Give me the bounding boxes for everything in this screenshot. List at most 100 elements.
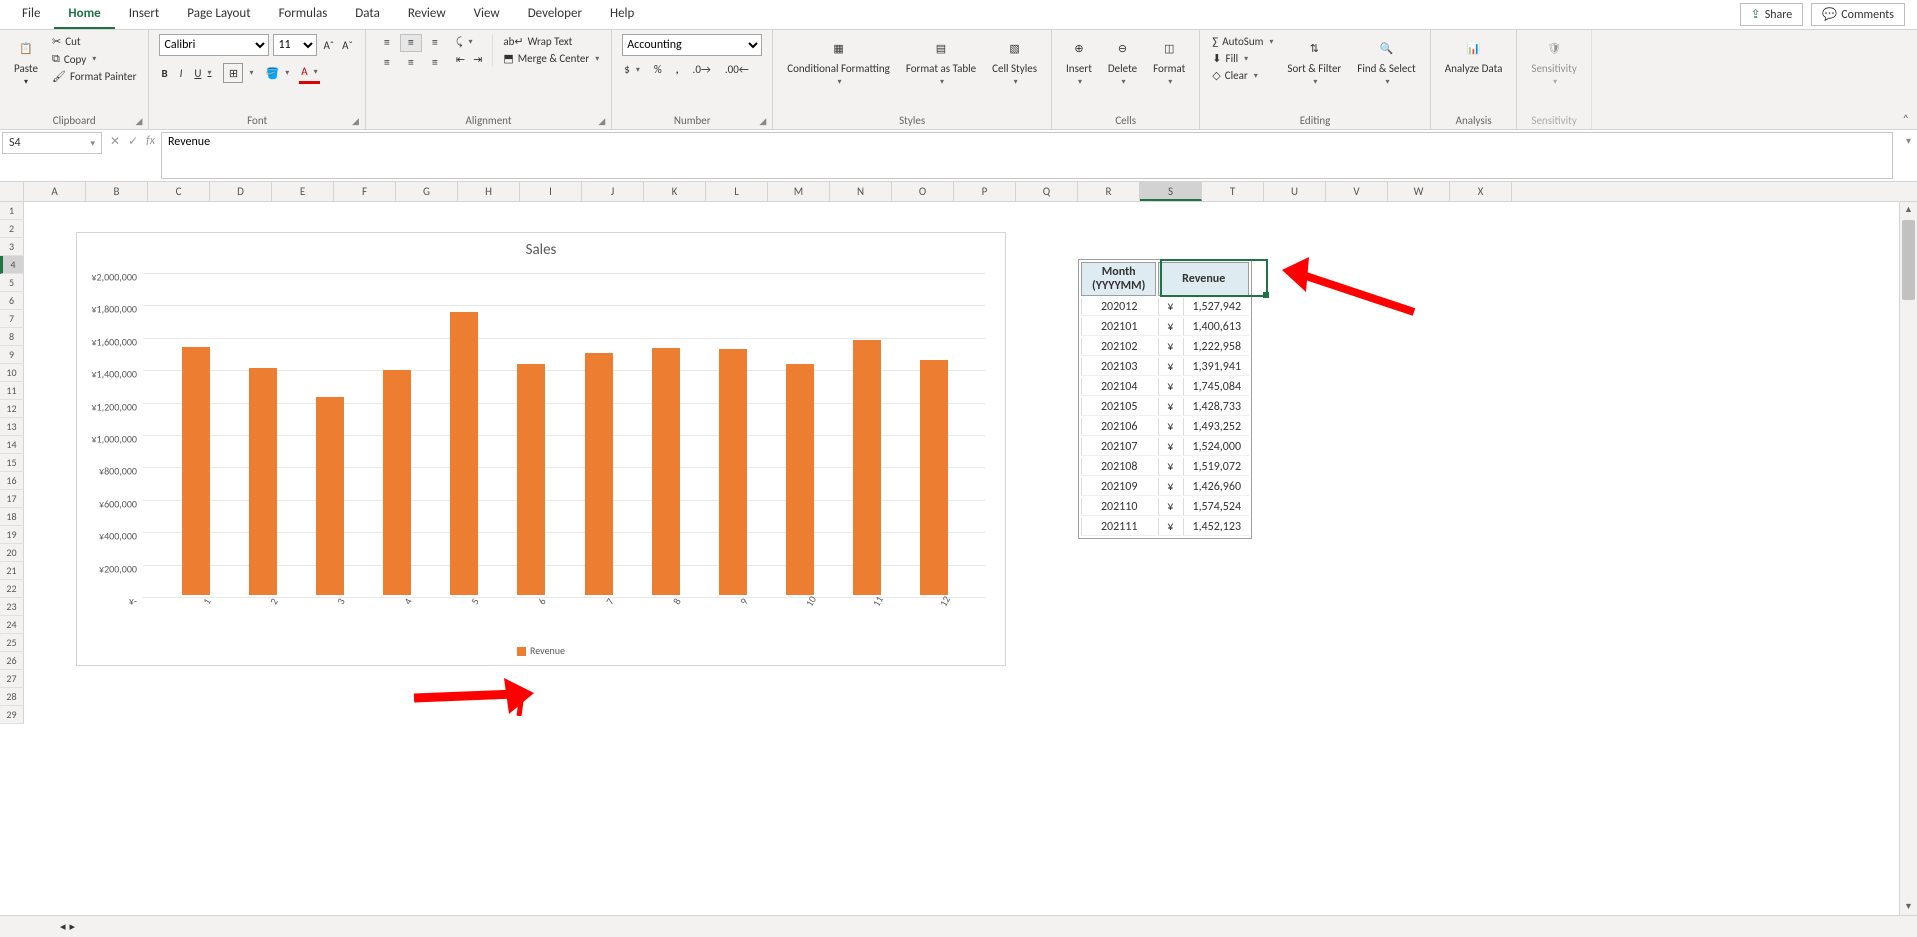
fx-icon[interactable]: fx <box>146 134 155 148</box>
cell-currency[interactable]: ¥ <box>1158 378 1181 396</box>
cell-month[interactable]: 202109 <box>1081 478 1156 496</box>
row-head-6[interactable]: 6 <box>0 292 24 310</box>
col-head-B[interactable]: B <box>86 182 148 201</box>
cell-value[interactable]: 1,426,960 <box>1183 478 1249 496</box>
cell-month[interactable]: 202101 <box>1081 318 1156 336</box>
cell-currency[interactable]: ¥ <box>1158 358 1181 376</box>
chart-bar[interactable] <box>249 368 277 595</box>
cell-value[interactable]: 1,428,733 <box>1183 398 1249 416</box>
format-cells-button[interactable]: ◫Format <box>1149 34 1189 89</box>
data-table[interactable]: Month (YYYYMM) Revenue 202012 ¥ 1,527,94… <box>1078 259 1252 539</box>
col-head-F[interactable]: F <box>334 182 396 201</box>
tab-developer[interactable]: Developer <box>514 0 596 29</box>
col-head-C[interactable]: C <box>148 182 210 201</box>
decrease-decimal-button[interactable]: .00← <box>723 62 751 77</box>
row-head-13[interactable]: 13 <box>0 418 24 436</box>
col-head-T[interactable]: T <box>1202 182 1264 201</box>
table-row[interactable]: 202110 ¥ 1,574,524 <box>1081 498 1249 516</box>
col-head-M[interactable]: M <box>768 182 830 201</box>
vertical-scrollbar[interactable]: ▲▼ <box>1899 202 1917 915</box>
table-row[interactable]: 202012 ¥ 1,527,942 <box>1081 298 1249 316</box>
row-head-22[interactable]: 22 <box>0 580 24 598</box>
row-head-5[interactable]: 5 <box>0 274 24 292</box>
row-head-23[interactable]: 23 <box>0 598 24 616</box>
col-head-P[interactable]: P <box>954 182 1016 201</box>
cell-value[interactable]: 1,400,613 <box>1183 318 1249 336</box>
expand-formula-bar-icon[interactable]: ▾ <box>1906 134 1911 147</box>
chart-bar[interactable] <box>719 349 747 595</box>
cut-button[interactable]: ✂ Cut <box>50 34 138 49</box>
decrease-indent-button[interactable]: ⇤ <box>454 52 467 67</box>
next-sheet-icon[interactable]: ▸ <box>70 920 76 933</box>
format-as-table-button[interactable]: ▤Format as Table <box>902 34 980 89</box>
formula-input[interactable]: Revenue <box>161 132 1893 179</box>
row-head-21[interactable]: 21 <box>0 562 24 580</box>
number-format-select[interactable]: Accounting <box>622 34 762 56</box>
cell-value[interactable]: 1,452,123 <box>1183 518 1249 536</box>
autosum-button[interactable]: ∑ AutoSum <box>1210 34 1275 49</box>
analyze-data-button[interactable]: 📊Analyze Data <box>1441 34 1507 77</box>
cell-month[interactable]: 202110 <box>1081 498 1156 516</box>
chart-bar[interactable] <box>786 364 814 595</box>
tab-formulas[interactable]: Formulas <box>265 0 342 29</box>
tab-view[interactable]: View <box>460 0 514 29</box>
cell-value[interactable]: 1,527,942 <box>1183 298 1249 316</box>
table-row[interactable]: 202109 ¥ 1,426,960 <box>1081 478 1249 496</box>
col-head-A[interactable]: A <box>24 182 86 201</box>
cell-styles-button[interactable]: ▧Cell Styles <box>988 34 1041 89</box>
fill-button[interactable]: ⬇ Fill <box>1210 51 1275 66</box>
row-head-4[interactable]: 4 <box>0 256 24 274</box>
comments-button[interactable]: 💬Comments <box>1811 3 1905 26</box>
percent-button[interactable]: % <box>652 62 664 77</box>
row-head-2[interactable]: 2 <box>0 220 24 238</box>
cell-month[interactable]: 202102 <box>1081 338 1156 356</box>
row-head-20[interactable]: 20 <box>0 544 24 562</box>
col-head-H[interactable]: H <box>458 182 520 201</box>
row-head-19[interactable]: 19 <box>0 526 24 544</box>
insert-cells-button[interactable]: ⊕Insert <box>1062 34 1096 89</box>
cell-currency[interactable]: ¥ <box>1158 478 1181 496</box>
row-head-25[interactable]: 25 <box>0 634 24 652</box>
cell-month[interactable]: 202106 <box>1081 418 1156 436</box>
row-head-17[interactable]: 17 <box>0 490 24 508</box>
col-head-I[interactable]: I <box>520 182 582 201</box>
cell-value[interactable]: 1,222,958 <box>1183 338 1249 356</box>
row-head-16[interactable]: 16 <box>0 472 24 490</box>
merge-center-button[interactable]: ⬒ Merge & Center <box>501 51 601 66</box>
table-row[interactable]: 202104 ¥ 1,745,084 <box>1081 378 1249 396</box>
row-head-18[interactable]: 18 <box>0 508 24 526</box>
row-head-27[interactable]: 27 <box>0 670 24 688</box>
share-button[interactable]: ⇪Share <box>1740 3 1804 26</box>
enter-formula-icon[interactable]: ✓ <box>128 134 138 149</box>
cell-value[interactable]: 1,745,084 <box>1183 378 1249 396</box>
table-row[interactable]: 202106 ¥ 1,493,252 <box>1081 418 1249 436</box>
row-head-26[interactable]: 26 <box>0 652 24 670</box>
tab-home[interactable]: Home <box>54 0 114 29</box>
decrease-font-button[interactable]: Aˇ <box>340 34 355 56</box>
borders-button[interactable]: ⊞ <box>221 62 255 84</box>
cell-month[interactable]: 202012 <box>1081 298 1156 316</box>
col-head-X[interactable]: X <box>1450 182 1512 201</box>
col-head-U[interactable]: U <box>1264 182 1326 201</box>
chart-bar[interactable] <box>316 397 344 595</box>
row-head-7[interactable]: 7 <box>0 310 24 328</box>
chart-bar[interactable] <box>920 360 948 595</box>
collapse-ribbon-button[interactable]: ˄ <box>1895 111 1917 129</box>
row-head-14[interactable]: 14 <box>0 436 24 454</box>
row-head-15[interactable]: 15 <box>0 454 24 472</box>
tab-data[interactable]: Data <box>341 0 394 29</box>
row-head-29[interactable]: 29 <box>0 706 24 724</box>
row-head-12[interactable]: 12 <box>0 400 24 418</box>
cell-value[interactable]: 1,524,000 <box>1183 438 1249 456</box>
col-head-S[interactable]: S <box>1140 182 1202 201</box>
col-head-V[interactable]: V <box>1326 182 1388 201</box>
col-head-Q[interactable]: Q <box>1016 182 1078 201</box>
cell-value[interactable]: 1,493,252 <box>1183 418 1249 436</box>
tab-page-layout[interactable]: Page Layout <box>173 0 264 29</box>
col-head-J[interactable]: J <box>582 182 644 201</box>
cell-month[interactable]: 202111 <box>1081 518 1156 536</box>
cell-currency[interactable]: ¥ <box>1158 318 1181 336</box>
horizontal-align[interactable]: ≡≡≡ <box>376 54 446 72</box>
table-row[interactable]: 202103 ¥ 1,391,941 <box>1081 358 1249 376</box>
name-box[interactable]: S4▾ <box>2 132 102 154</box>
